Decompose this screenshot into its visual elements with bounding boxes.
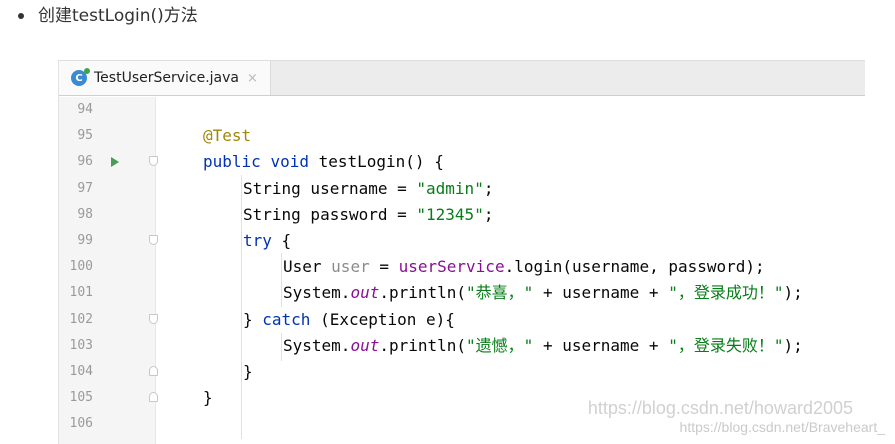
code-line: 99 try { bbox=[59, 228, 865, 254]
test-badge-icon bbox=[84, 68, 90, 74]
code-line: 94 bbox=[59, 97, 865, 123]
code-line: 95 @Test bbox=[59, 123, 865, 149]
tab-title: TestUserService.java bbox=[94, 70, 240, 86]
line-number: 94 bbox=[77, 102, 93, 117]
code-text: System.out.println("遗憾，" + username + "，… bbox=[283, 335, 803, 355]
code-text: User user = userService.login(username, … bbox=[283, 257, 765, 277]
code-text: String password = "12345"; bbox=[243, 204, 494, 224]
bullet-text: 创建testLogin()方法 bbox=[38, 6, 198, 26]
line-number: 101 bbox=[69, 285, 93, 301]
close-icon[interactable]: × bbox=[247, 71, 258, 86]
line-number: 103 bbox=[69, 337, 93, 353]
line-number: 96 bbox=[77, 154, 93, 170]
run-test-icon[interactable] bbox=[111, 157, 119, 168]
editor-tab-bar: C TestUserService.java × bbox=[59, 60, 865, 96]
code-area[interactable]: 94 95 @Test 96 public void testLogin() {… bbox=[59, 97, 865, 444]
code-text: try { bbox=[243, 231, 292, 250]
fold-end-icon[interactable] bbox=[149, 392, 158, 403]
code-editor: C TestUserService.java × 94 95 @Test 96 … bbox=[58, 60, 865, 444]
fold-marker-icon[interactable] bbox=[149, 156, 158, 167]
line-number: 99 bbox=[77, 233, 93, 248]
code-line: 102 } catch (Exception e){ bbox=[59, 307, 865, 333]
code-line: 96 public void testLogin() { bbox=[59, 149, 865, 175]
code-line: 98 String password = "12345"; bbox=[59, 202, 865, 228]
java-class-icon: C bbox=[71, 68, 90, 86]
code-line: 101 System.out.println("恭喜，" + username … bbox=[59, 280, 865, 306]
code-text: } bbox=[243, 362, 253, 381]
code-text: @Test bbox=[203, 126, 252, 146]
fold-end-icon[interactable] bbox=[149, 366, 158, 376]
watermark-secondary: https://blog.csdn.net/Braveheart_ bbox=[679, 419, 885, 435]
bullet-dot bbox=[18, 13, 24, 19]
code-text: } bbox=[203, 388, 213, 408]
code-line: 104 } bbox=[59, 359, 865, 385]
line-number: 105 bbox=[69, 390, 93, 406]
code-text: } catch (Exception e){ bbox=[243, 309, 455, 329]
bullet-item: 创建testLogin()方法 bbox=[18, 4, 198, 28]
fold-marker-icon[interactable] bbox=[149, 235, 158, 245]
line-number: 100 bbox=[69, 259, 93, 275]
line-number: 95 bbox=[77, 128, 93, 144]
code-text: public void testLogin() { bbox=[203, 152, 444, 172]
tab-test-user-service[interactable]: C TestUserService.java × bbox=[59, 61, 271, 95]
line-number: 104 bbox=[69, 364, 93, 379]
code-line: 103 System.out.println("遗憾，" + username … bbox=[59, 333, 865, 359]
watermark-primary: https://blog.csdn.net/howard2005 bbox=[587, 398, 853, 418]
line-number: 98 bbox=[77, 206, 93, 222]
code-line: 100 User user = userService.login(userna… bbox=[59, 254, 865, 280]
line-number: 106 bbox=[69, 416, 93, 432]
fold-marker-icon[interactable] bbox=[149, 313, 158, 324]
line-number: 102 bbox=[69, 311, 93, 327]
java-class-icon-letter: C bbox=[75, 72, 83, 84]
code-line: 97 String username = "admin"; bbox=[59, 176, 865, 202]
code-text: System.out.println("恭喜，" + username + "，… bbox=[283, 283, 803, 303]
line-number: 97 bbox=[77, 180, 93, 196]
code-text: String username = "admin"; bbox=[243, 178, 494, 198]
